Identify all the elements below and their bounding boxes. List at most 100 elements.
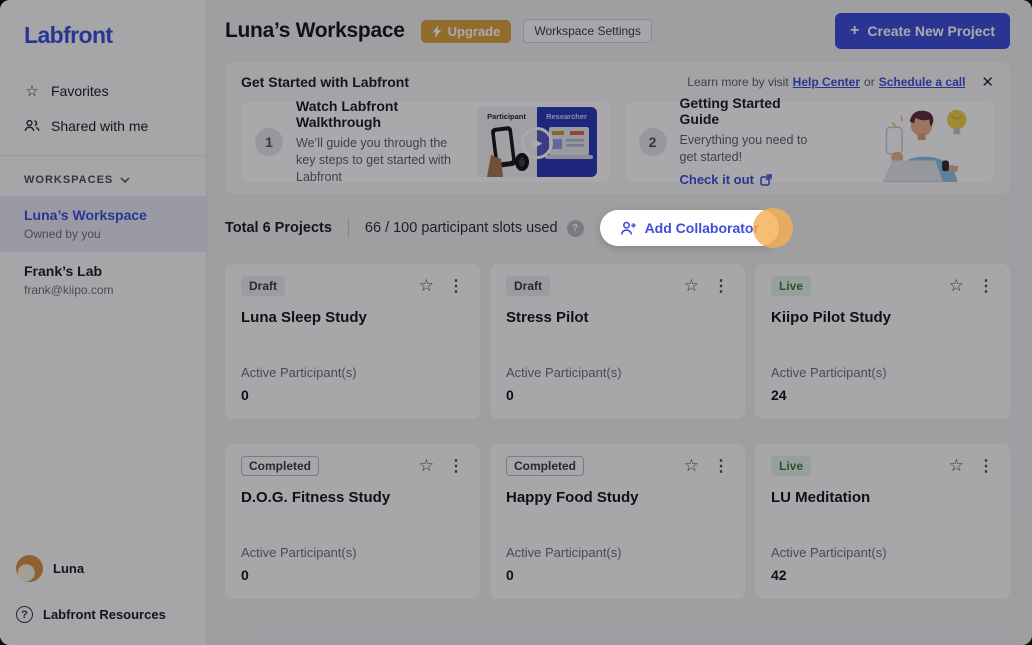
participants-label: Active Participant(s) bbox=[241, 365, 464, 380]
schedule-call-link[interactable]: Schedule a call bbox=[879, 75, 966, 89]
video-right-label: Researcher bbox=[537, 112, 597, 121]
info-icon[interactable]: ? bbox=[567, 220, 584, 237]
help-circle-icon: ? bbox=[16, 606, 33, 623]
or-text: or bbox=[864, 75, 875, 89]
favorite-star-icon[interactable]: ☆ bbox=[949, 456, 964, 476]
sidebar-item-shared-with-me[interactable]: Shared with me bbox=[0, 109, 206, 143]
card-top: Draft ☆ ⋮ bbox=[506, 276, 729, 296]
step-body: Watch Labfront Walkthrough We’ll guide y… bbox=[296, 98, 464, 186]
add-collaborator-label: Add Collaborator bbox=[645, 220, 759, 236]
people-icon bbox=[24, 119, 40, 133]
project-card-dog-fitness-study[interactable]: Completed ☆ ⋮ D.O.G. Fitness Study Activ… bbox=[225, 444, 480, 599]
project-card-kiipo-pilot-study[interactable]: Live ☆ ⋮ Kiipo Pilot Study Active Partic… bbox=[755, 264, 1010, 419]
participant-slots-label: 66 / 100 participant slots used bbox=[365, 220, 558, 236]
sidebar: Labfront ☆ Favorites Shared with me bbox=[0, 0, 207, 645]
kebab-menu-icon[interactable]: ⋮ bbox=[713, 276, 729, 296]
main-content: Luna’s Workspace Upgrade Workspace Setti… bbox=[207, 0, 1032, 645]
stats-divider bbox=[348, 218, 349, 238]
workspaces-section-toggle[interactable]: WORKSPACES bbox=[0, 156, 206, 196]
card-top: Completed ☆ ⋮ bbox=[241, 456, 464, 476]
create-label: Create New Project bbox=[867, 23, 995, 39]
workspace-subtitle: Owned by you bbox=[24, 227, 182, 241]
sidebar-nav: ☆ Favorites Shared with me bbox=[0, 73, 206, 143]
sidebar-item-franks-lab[interactable]: Frank’s Lab frank@kiipo.com bbox=[0, 252, 206, 308]
sidebar-item-favorites[interactable]: ☆ Favorites bbox=[0, 73, 206, 109]
project-card-happy-food-study[interactable]: Completed ☆ ⋮ Happy Food Study Active Pa… bbox=[490, 444, 745, 599]
banner-header: Get Started with Labfront Learn more by … bbox=[241, 74, 994, 90]
step-body: Getting Started Guide Everything you nee… bbox=[680, 95, 818, 190]
participants-label: Active Participant(s) bbox=[241, 545, 464, 560]
step-number: 2 bbox=[639, 128, 667, 156]
favorite-star-icon[interactable]: ☆ bbox=[684, 456, 699, 476]
sidebar-item-lunas-workspace[interactable]: Luna’s Workspace Owned by you bbox=[0, 196, 206, 252]
participants-value: 0 bbox=[241, 567, 464, 583]
project-name: D.O.G. Fitness Study bbox=[241, 489, 464, 506]
total-projects-label: Total 6 Projects bbox=[225, 220, 332, 236]
status-badge: Live bbox=[771, 456, 811, 476]
avatar bbox=[16, 555, 43, 582]
create-new-project-button[interactable]: + Create New Project bbox=[835, 13, 1010, 49]
get-started-banner: Get Started with Labfront Learn more by … bbox=[225, 62, 1010, 194]
user-menu[interactable]: Luna bbox=[0, 547, 206, 590]
project-card-stress-pilot[interactable]: Draft ☆ ⋮ Stress Pilot Active Participan… bbox=[490, 264, 745, 419]
chevron-down-icon bbox=[120, 177, 130, 183]
step-number: 1 bbox=[255, 128, 283, 156]
project-card-luna-sleep-study[interactable]: Draft ☆ ⋮ Luna Sleep Study Active Partic… bbox=[225, 264, 480, 419]
status-badge: Live bbox=[771, 276, 811, 296]
status-badge: Completed bbox=[506, 456, 584, 476]
kebab-menu-icon[interactable]: ⋮ bbox=[448, 456, 464, 476]
step-card-guide[interactable]: 2 Getting Started Guide Everything you n… bbox=[625, 102, 995, 182]
sidebar-item-label: Shared with me bbox=[51, 118, 148, 134]
participants-label: Active Participant(s) bbox=[771, 365, 994, 380]
sidebar-item-labfront-resources[interactable]: ? Labfront Resources bbox=[0, 590, 206, 633]
project-name: Luna Sleep Study bbox=[241, 309, 464, 326]
kebab-menu-icon[interactable]: ⋮ bbox=[448, 276, 464, 296]
kebab-menu-icon[interactable]: ⋮ bbox=[978, 276, 994, 296]
workspace-settings-button[interactable]: Workspace Settings bbox=[523, 19, 652, 43]
step-card-walkthrough[interactable]: 1 Watch Labfront Walkthrough We’ll guide… bbox=[241, 102, 611, 182]
labfront-app: Labfront ☆ Favorites Shared with me bbox=[0, 0, 1032, 645]
workspaces-section-label: WORKSPACES bbox=[24, 174, 113, 186]
screenshot-window: Labfront ☆ Favorites Shared with me bbox=[0, 0, 1032, 645]
external-link-icon bbox=[760, 174, 772, 186]
participants-label: Active Participant(s) bbox=[506, 545, 729, 560]
card-top: Completed ☆ ⋮ bbox=[506, 456, 729, 476]
status-badge: Draft bbox=[241, 276, 285, 296]
workspace-name: Luna’s Workspace bbox=[24, 207, 182, 223]
card-bottom: Active Participant(s) 0 bbox=[506, 545, 729, 583]
check-it-out-link[interactable]: Check it out bbox=[680, 172, 772, 187]
status-badge: Completed bbox=[241, 456, 319, 476]
add-collaborator-button[interactable]: Add Collaborator bbox=[600, 210, 779, 246]
lightning-icon bbox=[432, 25, 442, 38]
favorite-star-icon[interactable]: ☆ bbox=[684, 276, 699, 296]
banner-links: Learn more by visit Help Center or Sched… bbox=[687, 75, 965, 89]
labfront-logo: Labfront bbox=[24, 22, 206, 49]
person-plus-icon bbox=[620, 221, 637, 236]
participants-value: 0 bbox=[506, 387, 729, 403]
star-icon: ☆ bbox=[24, 82, 40, 100]
project-name: LU Meditation bbox=[771, 489, 994, 506]
favorite-star-icon[interactable]: ☆ bbox=[949, 276, 964, 296]
upgrade-button[interactable]: Upgrade bbox=[421, 20, 512, 43]
help-center-link[interactable]: Help Center bbox=[793, 75, 860, 89]
card-bottom: Active Participant(s) 0 bbox=[241, 545, 464, 583]
project-name: Kiipo Pilot Study bbox=[771, 309, 994, 326]
upgrade-label: Upgrade bbox=[448, 24, 501, 39]
participants-value: 24 bbox=[771, 387, 994, 403]
close-icon[interactable]: ✕ bbox=[981, 75, 994, 90]
play-button-icon[interactable]: ▶ bbox=[521, 127, 553, 159]
card-top: Live ☆ ⋮ bbox=[771, 276, 994, 296]
banner-title: Get Started with Labfront bbox=[241, 74, 409, 90]
getting-started-illustration bbox=[830, 102, 980, 182]
project-card-lu-meditation[interactable]: Live ☆ ⋮ LU Meditation Active Participan… bbox=[755, 444, 1010, 599]
step-title: Watch Labfront Walkthrough bbox=[296, 98, 464, 130]
sidebar-bottom: Luna ? Labfront Resources bbox=[0, 547, 206, 645]
kebab-menu-icon[interactable]: ⋮ bbox=[978, 456, 994, 476]
favorite-star-icon[interactable]: ☆ bbox=[419, 456, 434, 476]
kebab-menu-icon[interactable]: ⋮ bbox=[713, 456, 729, 476]
walkthrough-video-thumbnail[interactable]: Participant Researcher bbox=[477, 107, 597, 177]
participants-value: 0 bbox=[506, 567, 729, 583]
favorite-star-icon[interactable]: ☆ bbox=[419, 276, 434, 296]
participants-label: Active Participant(s) bbox=[506, 365, 729, 380]
learn-more-text: Learn more by visit bbox=[687, 75, 788, 89]
